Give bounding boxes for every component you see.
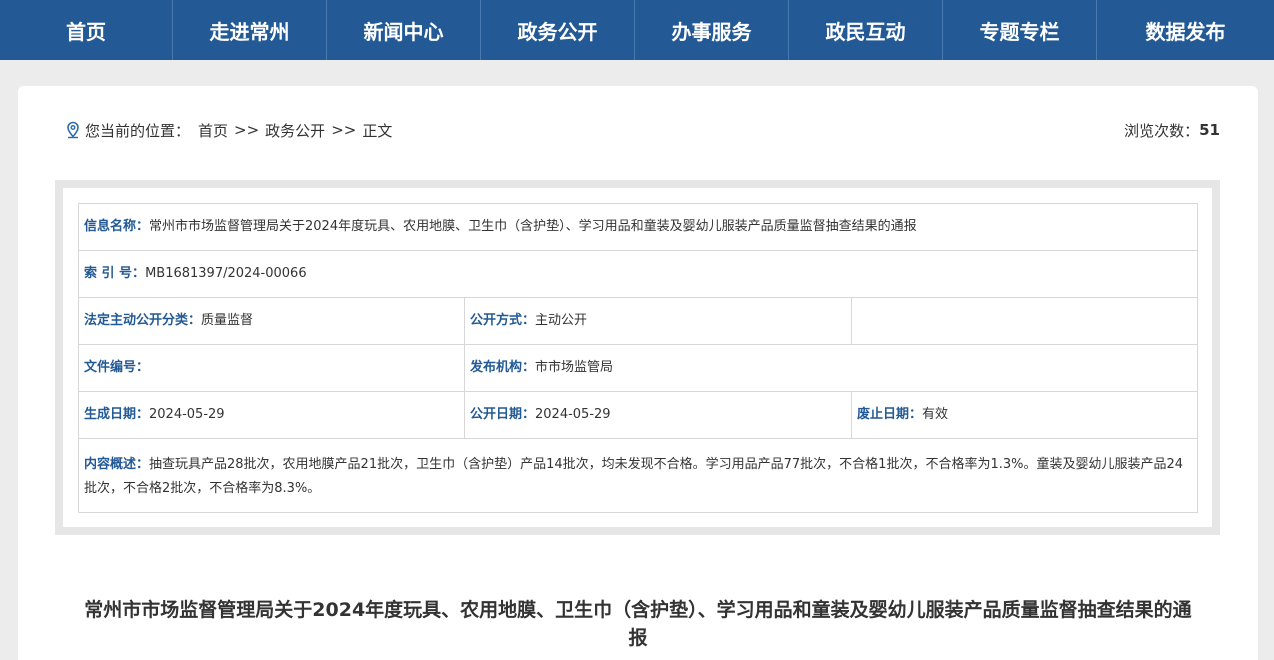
info-published-label: 公开日期： [470, 407, 536, 422]
info-publisher-cell: 发布机构：市市场监管局 [464, 344, 1198, 392]
info-method-label: 公开方式： [470, 313, 536, 328]
info-expiry-value: 有效 [922, 407, 949, 422]
nav-item-home[interactable]: 首页 [0, 0, 173, 60]
nav-item-topics[interactable]: 专题专栏 [943, 0, 1097, 60]
info-index-cell: 索 引 号：MB1681397/2024-00066 [78, 250, 1198, 298]
info-table: 信息名称：常州市市场监督管理局关于2024年度玩具、农用地膜、卫生巾（含护垫）、… [78, 203, 1198, 513]
info-panel: 信息名称：常州市市场监督管理局关于2024年度玩具、农用地膜、卫生巾（含护垫）、… [55, 180, 1220, 535]
article-title: 常州市市场监督管理局关于2024年度玩具、农用地膜、卫生巾（含护垫）、学习用品和… [84, 599, 1192, 649]
content-card: 您当前的位置： 首页 >> 政务公开 >> 正文 浏览次数： 51 信息名称：常… [18, 86, 1258, 660]
breadcrumb: 您当前的位置： 首页 >> 政务公开 >> 正文 [65, 120, 392, 140]
info-created-cell: 生成日期：2024-05-29 [78, 391, 465, 439]
info-published-cell: 公开日期：2024-05-29 [464, 391, 852, 439]
table-row: 信息名称：常州市市场监督管理局关于2024年度玩具、农用地膜、卫生巾（含护垫）、… [78, 203, 1198, 251]
info-published-value: 2024-05-29 [535, 407, 611, 422]
view-count-label: 浏览次数： [1124, 121, 1200, 140]
info-category-cell: 法定主动公开分类：质量监督 [78, 297, 465, 345]
table-row: 内容概述：抽查玩具产品28批次，农用地膜产品21批次，卫生巾（含护垫）产品14批… [78, 438, 1198, 513]
breadcrumb-home[interactable]: 首页 [198, 120, 228, 141]
table-row: 生成日期：2024-05-29 公开日期：2024-05-29 废止日期：有效 [78, 391, 1198, 439]
info-docno-cell: 文件编号： [78, 344, 465, 392]
nav-item-about[interactable]: 走进常州 [173, 0, 327, 60]
info-publisher-value: 市市场监管局 [535, 360, 614, 375]
info-docno-label: 文件编号： [84, 360, 150, 375]
nav-item-gov-affairs[interactable]: 政务公开 [481, 0, 635, 60]
info-publisher-label: 发布机构： [470, 360, 536, 375]
breadcrumb-prefix: 您当前的位置： [85, 121, 191, 140]
table-row: 文件编号： 发布机构：市市场监管局 [78, 344, 1198, 392]
top-nav: 首页 走进常州 新闻中心 政务公开 办事服务 政民互动 专题专栏 数据发布 [0, 0, 1274, 60]
info-name-label: 信息名称： [84, 219, 150, 234]
view-count-number: 51 [1199, 121, 1220, 139]
location-icon [67, 121, 79, 139]
info-created-label: 生成日期： [84, 407, 150, 422]
info-summary-label: 内容概述： [84, 456, 150, 472]
info-method-value: 主动公开 [535, 313, 588, 328]
breadcrumb-separator: >> [234, 121, 260, 139]
info-name-value: 常州市市场监督管理局关于2024年度玩具、农用地膜、卫生巾（含护垫）、学习用品和… [149, 219, 917, 234]
table-row: 法定主动公开分类：质量监督 公开方式：主动公开 [78, 297, 1198, 345]
info-expiry-label: 废止日期： [857, 407, 923, 422]
breadcrumb-separator: >> [331, 121, 357, 139]
info-category-label: 法定主动公开分类： [84, 313, 202, 328]
nav-item-services[interactable]: 办事服务 [635, 0, 789, 60]
table-row: 索 引 号：MB1681397/2024-00066 [78, 250, 1198, 298]
info-empty-cell [851, 297, 1198, 345]
view-count: 浏览次数： 51 [1124, 120, 1220, 140]
nav-item-interaction[interactable]: 政民互动 [789, 0, 943, 60]
nav-item-data[interactable]: 数据发布 [1097, 0, 1274, 60]
info-created-value: 2024-05-29 [149, 407, 225, 422]
info-method-cell: 公开方式：主动公开 [464, 297, 852, 345]
nav-item-news[interactable]: 新闻中心 [327, 0, 481, 60]
info-panel-inner: 信息名称：常州市市场监督管理局关于2024年度玩具、农用地膜、卫生巾（含护垫）、… [63, 188, 1212, 527]
info-category-value: 质量监督 [201, 313, 254, 328]
breadcrumb-gov-affairs[interactable]: 政务公开 [265, 120, 325, 141]
info-index-label: 索 引 号： [84, 266, 146, 281]
info-expiry-cell: 废止日期：有效 [851, 391, 1198, 439]
breadcrumb-current: 正文 [362, 121, 393, 140]
info-name-cell: 信息名称：常州市市场监督管理局关于2024年度玩具、农用地膜、卫生巾（含护垫）、… [78, 203, 1198, 251]
info-summary-value: 抽查玩具产品28批次，农用地膜产品21批次，卫生巾（含护垫）产品14批次，均未发… [84, 456, 1184, 496]
info-summary-cell: 内容概述：抽查玩具产品28批次，农用地膜产品21批次，卫生巾（含护垫）产品14批… [78, 438, 1198, 513]
info-index-value: MB1681397/2024-00066 [145, 266, 307, 281]
